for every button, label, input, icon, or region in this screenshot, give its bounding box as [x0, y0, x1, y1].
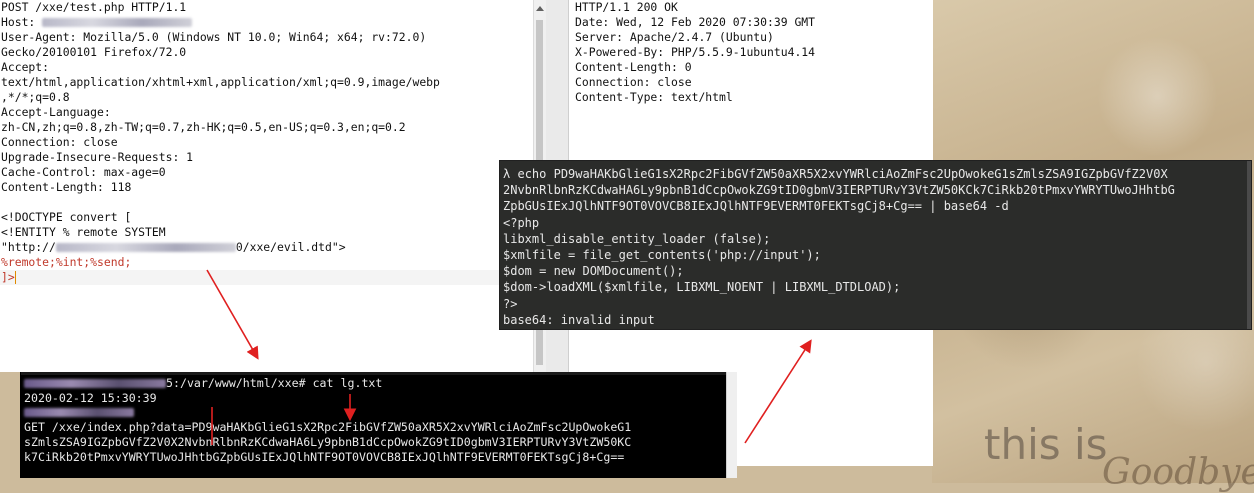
annotation-arrow-request-to-log — [206, 269, 259, 360]
annotation-layer — [206, 269, 812, 445]
annotation-arrow-log-to-php — [744, 339, 812, 444]
